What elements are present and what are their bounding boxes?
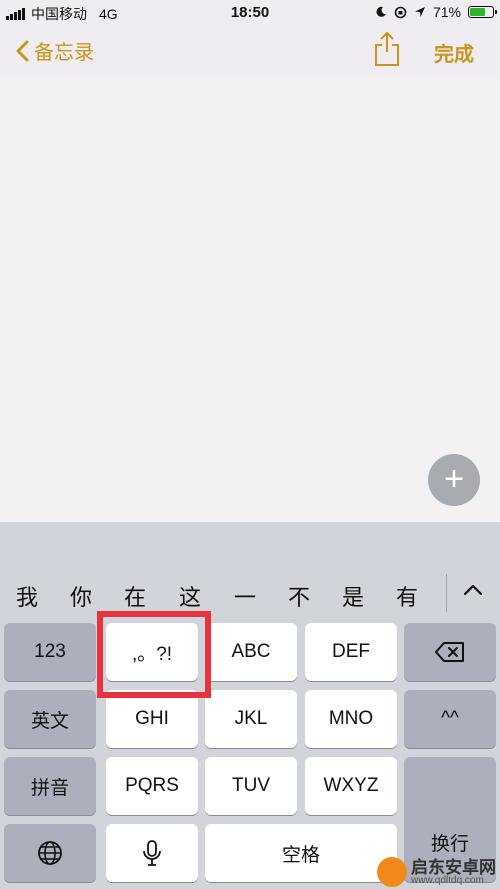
- abc-key[interactable]: ABC: [205, 623, 297, 681]
- chevron-left-icon: [16, 40, 29, 61]
- numbers-key[interactable]: 123: [4, 623, 96, 681]
- mno-key[interactable]: MNO: [305, 690, 397, 748]
- battery-icon: [468, 6, 497, 18]
- watermark-text: 启东安卓网 www.qdltdq.com: [411, 859, 496, 886]
- ghi-key[interactable]: GHI: [106, 690, 198, 748]
- backspace-icon: [435, 642, 464, 662]
- candidate-word[interactable]: 这: [170, 580, 210, 612]
- pqrs-key[interactable]: PQRS: [106, 757, 198, 815]
- orientation-lock-icon: [394, 6, 407, 18]
- watermark-title: 启东安卓网: [411, 857, 496, 877]
- candidate-word[interactable]: 我: [7, 580, 47, 612]
- globe-icon: [38, 841, 62, 865]
- english-key[interactable]: 英文: [4, 690, 96, 748]
- location-icon: [414, 7, 425, 17]
- share-icon[interactable]: [372, 30, 402, 68]
- dictation-key[interactable]: [106, 824, 198, 882]
- watermark-url: www.qdltdq.com: [411, 874, 484, 886]
- watermark: 启东安卓网 www.qdltdq.com: [377, 857, 496, 887]
- back-button[interactable]: 备忘录: [14, 36, 94, 65]
- tuv-key[interactable]: TUV: [205, 757, 297, 815]
- watermark-logo-icon: [377, 857, 407, 887]
- candidate-word[interactable]: 在: [115, 580, 155, 612]
- chevron-up-icon[interactable]: [458, 578, 488, 602]
- battery-percent: 71%: [432, 4, 461, 20]
- candidate-word[interactable]: 一: [225, 580, 265, 612]
- candidate-word[interactable]: 有: [387, 580, 427, 612]
- wxyz-key[interactable]: WXYZ: [305, 757, 397, 815]
- nav-bar: 备忘录 完成: [0, 26, 500, 76]
- microphone-icon: [143, 840, 161, 866]
- jkl-key[interactable]: JKL: [205, 690, 297, 748]
- space-key[interactable]: 空格: [205, 824, 397, 882]
- moon-icon: [376, 6, 386, 17]
- note-body[interactable]: [0, 76, 500, 522]
- candidate-bar: 我 你 在 这 一 不 是 有: [0, 570, 500, 618]
- candidate-word[interactable]: 你: [61, 580, 101, 612]
- def-key[interactable]: DEF: [305, 623, 397, 681]
- emoticon-key[interactable]: ^^: [404, 690, 496, 748]
- battery-fill: [470, 8, 485, 16]
- done-button[interactable]: 完成: [434, 38, 474, 67]
- delete-key[interactable]: [404, 623, 496, 681]
- status-right: 71%: [375, 4, 497, 20]
- candidate-divider: [446, 574, 447, 612]
- highlight-box: [97, 611, 211, 698]
- back-label: 备忘录: [34, 42, 94, 64]
- pinyin-key[interactable]: 拼音: [4, 757, 96, 815]
- add-button[interactable]: +: [428, 454, 480, 506]
- candidate-word[interactable]: 不: [279, 580, 319, 612]
- globe-key[interactable]: [4, 824, 96, 882]
- status-bar: 中国移动 4G 18:50 71%: [0, 0, 500, 26]
- candidate-word[interactable]: 是: [333, 580, 373, 612]
